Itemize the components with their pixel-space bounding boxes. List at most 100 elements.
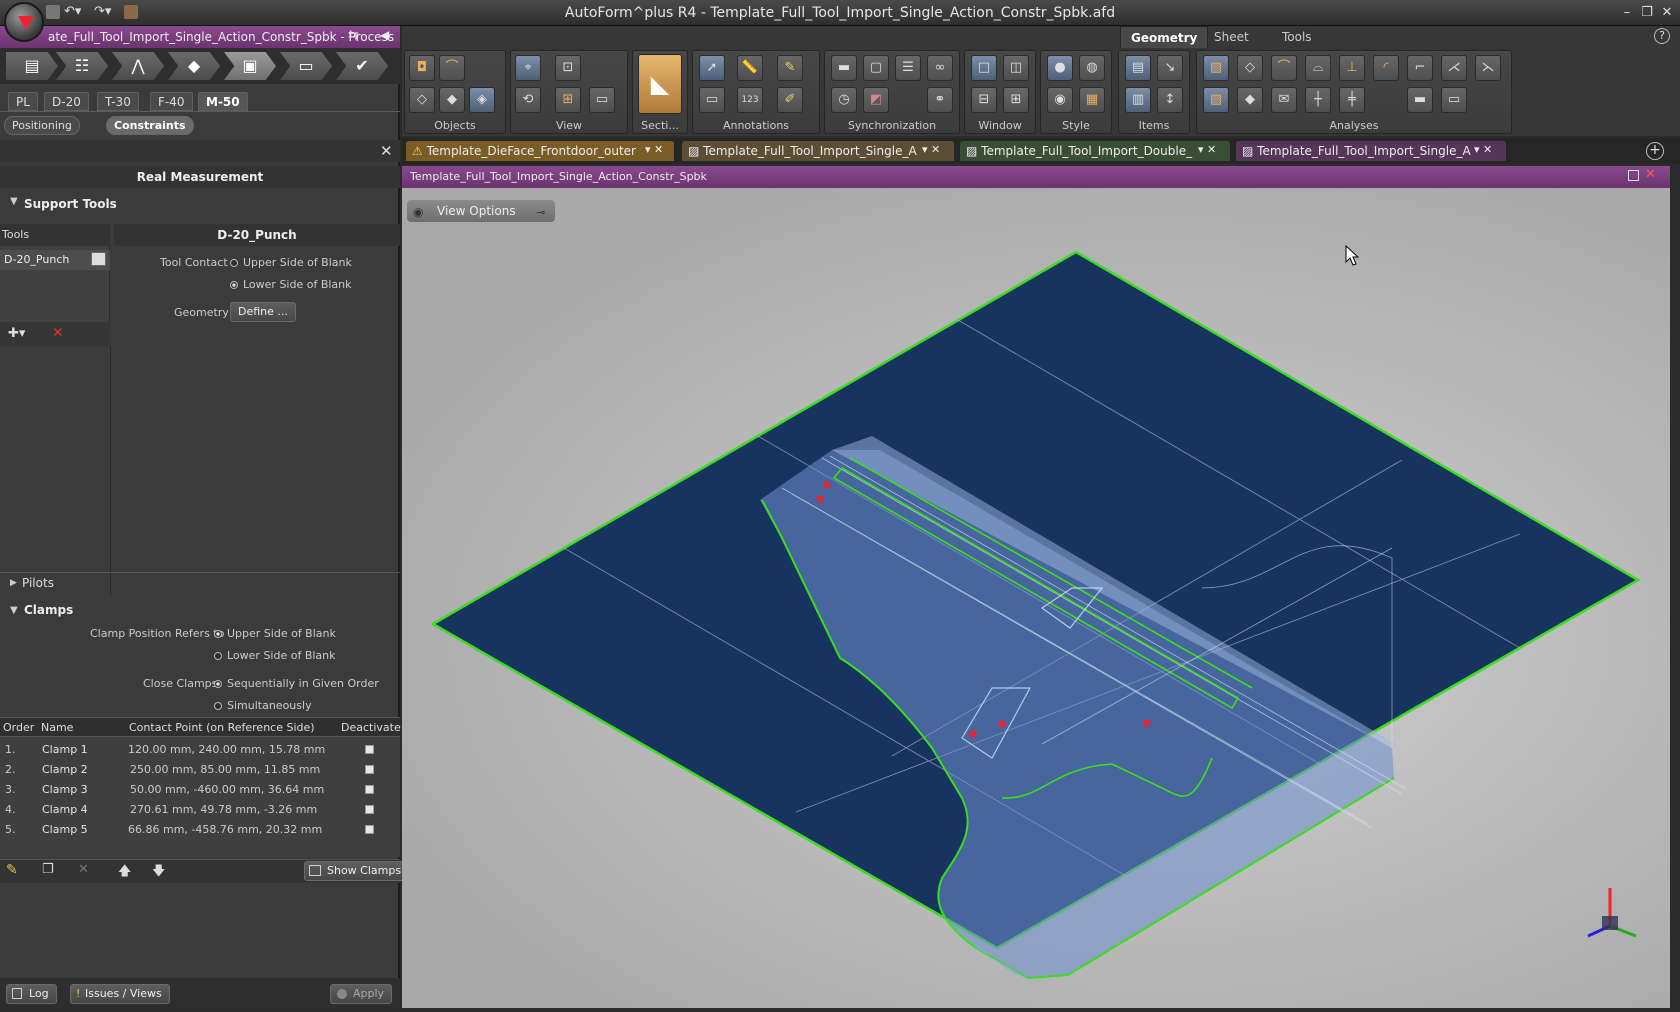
items-arrow-icon[interactable]: ↘ (1157, 55, 1183, 81)
style-wireframe-icon[interactable]: ◍ (1079, 55, 1105, 81)
sync-clock-icon[interactable]: ◷ (831, 87, 857, 113)
restore-icon[interactable]: ❐ (1638, 4, 1656, 22)
deactivate-checkbox[interactable] (365, 825, 374, 834)
view-zoom-icon[interactable]: ⊡ (555, 55, 581, 81)
delete-tool-icon[interactable]: ✕ (52, 325, 64, 341)
app-logo-icon[interactable] (4, 2, 44, 42)
edit-clamp-icon[interactable]: ✎ (6, 862, 18, 878)
redo-icon[interactable]: ↷▾ (94, 4, 111, 19)
tab-dropdown-icon[interactable]: ▾ ✕ (1474, 143, 1492, 156)
object-surface-icon[interactable]: ◈ (469, 87, 495, 113)
delete-clamp-icon[interactable]: ✕ (78, 862, 89, 877)
deactivate-checkbox[interactable] (365, 785, 374, 794)
analysis-envelope-icon[interactable]: ✉ (1271, 87, 1297, 113)
expand-clamps-icon[interactable]: ▼ (10, 605, 18, 616)
annotation-pointer-icon[interactable]: ➚ (699, 55, 725, 81)
sequential-radio[interactable] (214, 680, 222, 688)
table-row[interactable]: 4. Clamp 4 270.61 mm, 49.78 mm, -3.26 mm (0, 801, 400, 821)
table-row[interactable]: 3. Clamp 3 50.00 mm, -460.00 mm, 36.64 m… (0, 781, 400, 801)
move-down-icon[interactable]: 🡇 (152, 862, 165, 884)
analysis-trim-icon[interactable]: ⋋ (1475, 55, 1501, 81)
items-move-icon[interactable]: ↕ (1157, 87, 1183, 113)
style-mesh-icon[interactable]: ◉ (1047, 87, 1073, 113)
tab-dropdown-icon[interactable]: ▾ ✕ (922, 143, 940, 156)
annotation-pen-icon[interactable]: ✐ (777, 87, 803, 113)
help-icon[interactable]: ? (1654, 28, 1670, 44)
sync-colormap-icon[interactable]: ◩ (863, 87, 889, 113)
analysis-draw-icon[interactable]: ⌓ (1305, 55, 1331, 81)
analysis-bp-icon[interactable]: ◆ (1237, 87, 1263, 113)
move-up-icon[interactable]: 🡅 (118, 862, 131, 884)
analysis-cross-icon[interactable]: ┼ (1305, 87, 1331, 113)
save-icon[interactable] (46, 5, 60, 19)
annotation-ruler-icon[interactable]: 📏 (737, 55, 763, 81)
analysis-axis-icon[interactable]: ⊥ (1339, 55, 1365, 81)
style-grid-icon[interactable]: ▦ (1079, 87, 1105, 113)
analysis-radius-icon[interactable]: ◜ (1373, 55, 1399, 81)
tab-constraints[interactable]: Constraints (106, 116, 194, 135)
doc-tab-double[interactable]: ▨ Template_Full_Tool_Import_Double_ (960, 141, 1230, 161)
stage-tab-t30[interactable]: T-30 (97, 92, 139, 111)
close-view-icon[interactable]: ✕ (1645, 167, 1656, 182)
analysis-flange-icon[interactable]: ⌐ (1407, 55, 1433, 81)
section-icon[interactable]: ◣ (638, 54, 682, 114)
annotation-marker-icon[interactable]: ✎ (777, 55, 803, 81)
table-row[interactable]: 5. Clamp 5 66.86 mm, -458.76 mm, 20.32 m… (0, 821, 400, 841)
style-shaded-icon[interactable]: ● (1047, 55, 1073, 81)
define-button[interactable]: Define ... (230, 302, 296, 322)
view-camera-icon[interactable]: ▭ (589, 87, 615, 113)
window-split-h-icon[interactable]: ⊟ (971, 87, 997, 113)
deactivate-checkbox[interactable] (365, 805, 374, 814)
pilots-section[interactable]: Pilots (22, 576, 54, 590)
analysis-line-icon[interactable]: ╪ (1339, 87, 1365, 113)
stage-tab-pl[interactable]: PL (8, 92, 38, 111)
view-fit-icon[interactable]: ⌖ (515, 55, 541, 81)
expand-pilots-icon[interactable]: ▶ (10, 578, 17, 588)
table-row[interactable]: 2. Clamp 2 250.00 mm, 85.00 mm, 11.85 mm (0, 761, 400, 781)
analysis-bar-icon[interactable]: ▬ (1407, 87, 1433, 113)
upper-side-radio[interactable] (230, 259, 238, 267)
issues-views-button[interactable]: Issues / Views (70, 984, 170, 1004)
pin-toggle-icon[interactable]: ⊸ (536, 206, 545, 219)
stage-tab-m50[interactable]: M-50 (198, 92, 248, 111)
analysis-plane-icon[interactable]: ◇ (1237, 55, 1263, 81)
sync-link-icon[interactable]: ∞ (927, 55, 953, 81)
analysis-bar2-icon[interactable]: ▭ (1441, 87, 1467, 113)
window-single-icon[interactable]: □ (971, 55, 997, 81)
pin-icon[interactable]: ⇆ (348, 28, 359, 43)
sync-chain-icon[interactable]: ⚭ (927, 87, 953, 113)
3d-viewport[interactable] (402, 188, 1670, 1008)
analysis-springback-icon[interactable]: ⋌ (1441, 55, 1467, 81)
annotation-label-icon[interactable]: ▭ (699, 87, 725, 113)
tab-geometry[interactable]: Geometry (1120, 26, 1209, 48)
undo-icon[interactable]: ↶▾ (64, 4, 81, 19)
visibility-icon[interactable] (91, 252, 106, 266)
doc-tab-single-1[interactable]: ▨ Template_Full_Tool_Import_Single_A (682, 141, 954, 161)
tab-positioning[interactable]: Positioning (4, 116, 80, 135)
analysis-thickness-icon[interactable]: ▧ (1203, 55, 1229, 81)
lower-side-radio[interactable] (230, 281, 238, 289)
expand-support-tools-icon[interactable]: ▼ (10, 196, 18, 207)
sync-list-icon[interactable]: ☰ (895, 55, 921, 81)
clamp-lower-radio[interactable] (214, 652, 222, 660)
deactivate-checkbox[interactable] (365, 745, 374, 754)
step-geometry[interactable]: ▤ (6, 52, 58, 80)
stage-tab-d20[interactable]: D-20 (44, 92, 89, 111)
window-quad-icon[interactable]: ⊞ (1003, 87, 1029, 113)
object-part-icon[interactable]: ◘ (409, 55, 435, 81)
annotation-number-icon[interactable]: 123 (737, 87, 763, 113)
table-row[interactable]: 1. Clamp 1 120.00 mm, 240.00 mm, 15.78 m… (0, 741, 400, 761)
sync-label-icon[interactable]: ▢ (863, 55, 889, 81)
doc-tab-diefront[interactable]: ⚠ Template_DieFace_Frontdoor_outer (406, 141, 674, 161)
items-select-icon[interactable]: ▤ (1125, 55, 1151, 81)
window-split-v-icon[interactable]: ◫ (1003, 55, 1029, 81)
analysis-curve-icon[interactable]: ⌒ (1271, 55, 1297, 81)
view-zoom-box-icon[interactable]: ⊞ (555, 87, 581, 113)
clamp-upper-radio[interactable] (214, 630, 222, 638)
tab-tools[interactable]: Tools (1272, 26, 1322, 48)
tab-dropdown-icon[interactable]: ▾ ✕ (645, 143, 663, 156)
view-rotate-icon[interactable]: ⟲ (515, 87, 541, 113)
column-order[interactable]: Order (3, 721, 34, 734)
add-tool-icon[interactable]: ✚▾ (8, 326, 25, 341)
column-name[interactable]: Name (41, 721, 73, 734)
